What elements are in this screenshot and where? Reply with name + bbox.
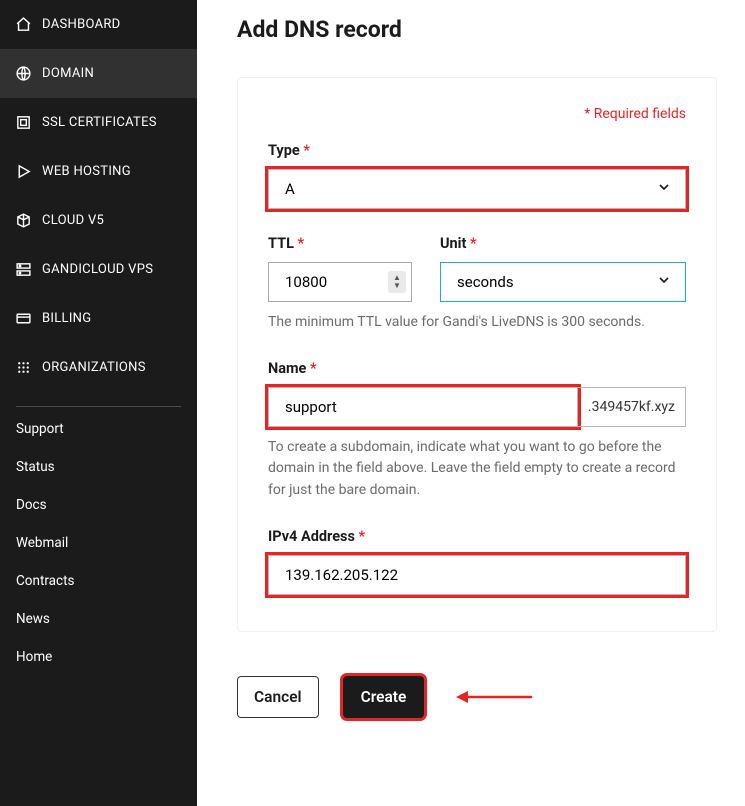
name-input[interactable] — [268, 387, 578, 427]
sidebar-secondary: Support Status Docs Webmail Contracts Ne… — [0, 421, 197, 665]
chevron-down-icon — [656, 179, 672, 199]
footer-actions: Cancel Create — [237, 676, 717, 738]
required-star: * — [470, 235, 477, 252]
sidebar-link-contracts[interactable]: Contracts — [16, 573, 181, 589]
server-icon — [14, 261, 32, 279]
required-star: * — [298, 235, 305, 252]
field-name: Name * .349457kf.xyz To create a subdoma… — [268, 360, 686, 502]
required-star: * — [303, 142, 310, 159]
form-card: * Required fields Type * A — [237, 77, 717, 632]
arrow-annotation-icon — [454, 688, 534, 706]
cancel-button[interactable]: Cancel — [237, 676, 319, 718]
sidebar-item-label: SSL CERTIFICATES — [42, 115, 157, 130]
required-star: * — [310, 360, 317, 377]
name-hint: To create a subdomain, indicate what you… — [268, 437, 686, 502]
number-stepper-icon[interactable]: ▲▼ — [388, 271, 406, 293]
ttl-label: TTL * — [268, 235, 412, 252]
sidebar-item-label: WEB HOSTING — [42, 164, 131, 179]
name-label: Name * — [268, 360, 686, 377]
sidebar-item-domain[interactable]: DOMAIN — [0, 49, 197, 98]
home-icon — [14, 16, 32, 34]
page-title: Add DNS record — [237, 16, 717, 43]
field-ttl-unit: TTL * ▲▼ Unit * — [268, 235, 686, 334]
sidebar-item-label: BILLING — [42, 311, 91, 326]
cube-icon — [14, 212, 32, 230]
sidebar-link-support[interactable]: Support — [16, 421, 181, 437]
sidebar-link-webmail[interactable]: Webmail — [16, 535, 181, 551]
sidebar-item-label: GANDICLOUD VPS — [42, 262, 153, 277]
sidebar-item-hosting[interactable]: WEB HOSTING — [0, 147, 197, 196]
unit-select[interactable]: seconds — [440, 262, 686, 302]
sidebar: DASHBOARD DOMAIN SSL CERTIFICATES WEB HO… — [0, 0, 197, 806]
sidebar-item-billing[interactable]: BILLING — [0, 294, 197, 343]
sidebar-item-label: ORGANIZATIONS — [42, 360, 146, 375]
name-domain-suffix: .349457kf.xyz — [578, 387, 686, 427]
sidebar-item-dashboard[interactable]: DASHBOARD — [0, 0, 197, 49]
play-icon — [14, 163, 32, 181]
sidebar-item-label: CLOUD V5 — [42, 213, 104, 228]
sidebar-item-ssl[interactable]: SSL CERTIFICATES — [0, 98, 197, 147]
field-ipv4: IPv4 Address * — [268, 528, 686, 595]
sidebar-item-orgs[interactable]: ORGANIZATIONS — [0, 343, 197, 392]
sidebar-link-news[interactable]: News — [16, 611, 181, 627]
sidebar-link-home[interactable]: Home — [16, 649, 181, 665]
create-button[interactable]: Create — [343, 676, 425, 718]
main-content: Add DNS record * Required fields Type * … — [197, 0, 745, 806]
sidebar-item-label: DASHBOARD — [42, 17, 121, 32]
unit-value: seconds — [457, 273, 514, 291]
sidebar-item-vps[interactable]: GANDICLOUD VPS — [0, 245, 197, 294]
sidebar-item-cloudv5[interactable]: CLOUD V5 — [0, 196, 197, 245]
type-select[interactable]: A — [268, 169, 686, 209]
sidebar-item-label: DOMAIN — [42, 66, 94, 81]
sidebar-link-docs[interactable]: Docs — [16, 497, 181, 513]
org-icon — [14, 359, 32, 377]
ipv4-label: IPv4 Address * — [268, 528, 686, 545]
unit-label: Unit * — [440, 235, 686, 252]
chevron-down-icon — [656, 272, 672, 292]
type-label: Type * — [268, 142, 686, 159]
certificate-icon — [14, 114, 32, 132]
ttl-hint: The minimum TTL value for Gandi's LiveDN… — [268, 312, 686, 334]
required-star: * — [359, 528, 366, 545]
field-type: Type * A — [268, 142, 686, 209]
card-icon — [14, 310, 32, 328]
type-value: A — [285, 180, 295, 198]
globe-icon — [14, 65, 32, 83]
sidebar-separator — [16, 406, 181, 407]
ipv4-input[interactable] — [268, 555, 686, 595]
sidebar-link-status[interactable]: Status — [16, 459, 181, 475]
required-note: * Required fields — [268, 106, 686, 122]
